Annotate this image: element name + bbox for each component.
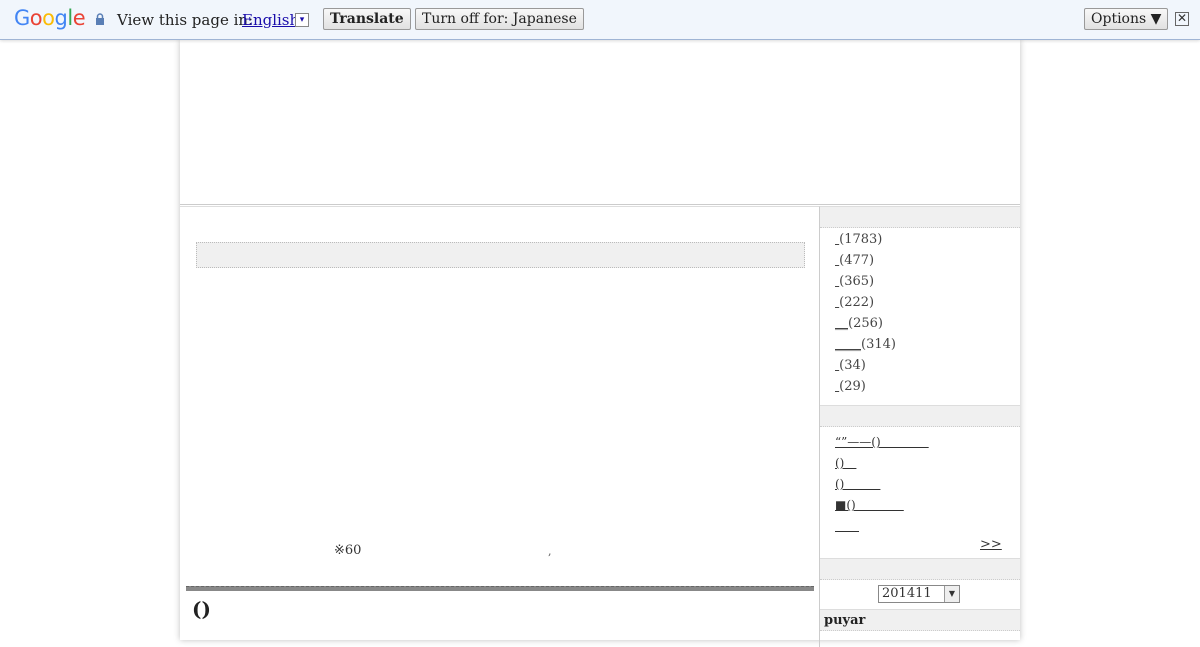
sidebar: (1783) (477) (365) (222) __(256) ____(31… (820, 206, 1020, 646)
language-dropdown-icon[interactable]: ▾ (295, 13, 309, 27)
recent-post-link[interactable]: ()＿ (835, 454, 856, 471)
divider (186, 586, 814, 591)
recent-posts-header (820, 405, 1020, 427)
category-item[interactable]: __(256) (835, 316, 883, 331)
lock-icon (96, 13, 104, 25)
recent-post-link[interactable]: ＿＿ (835, 517, 859, 534)
archive-select[interactable]: 201411 ▼ (878, 585, 960, 603)
category-item[interactable]: ____(314) (835, 337, 896, 352)
options-button[interactable]: Options ▼ (1084, 8, 1169, 30)
category-item[interactable]: (34) (835, 358, 866, 373)
category-item[interactable]: (365) (835, 274, 874, 289)
category-item[interactable]: (477) (835, 253, 874, 268)
chevron-down-icon: ▼ (944, 586, 959, 602)
google-logo: Google (14, 6, 86, 30)
close-icon[interactable]: ✕ (1175, 12, 1189, 26)
page-container: ※60 , () (1783) (477) (365) (222) __(256… (180, 40, 1020, 647)
content-banner-box (196, 242, 805, 268)
translate-bar: Google View this page in: English ▾ Tran… (0, 0, 1200, 40)
more-link[interactable]: >> (980, 537, 1002, 552)
note-text: ※60 (334, 543, 362, 558)
recent-post-link[interactable]: ()＿＿＿ (835, 475, 880, 492)
main-content: ※60 , () (180, 206, 820, 647)
translate-button[interactable]: Translate (323, 8, 411, 30)
turn-off-button[interactable]: Turn off for: Japanese (415, 8, 584, 30)
recent-post-link[interactable]: “”——()＿＿＿＿ (835, 433, 929, 450)
post-title[interactable]: () (192, 597, 211, 621)
recent-post-link[interactable]: ■()＿＿＿＿ (835, 496, 904, 513)
language-link[interactable]: English (242, 11, 299, 29)
blog-header (180, 40, 1020, 205)
category-item[interactable]: (222) (835, 295, 874, 310)
comma-text: , (548, 545, 552, 558)
author-name: puyar (824, 613, 866, 628)
category-item[interactable]: (1783) (835, 232, 882, 247)
archive-header (820, 558, 1020, 580)
category-item[interactable]: (29) (835, 379, 866, 394)
view-page-text: View this page in: (117, 11, 254, 29)
categories-header (820, 206, 1020, 228)
